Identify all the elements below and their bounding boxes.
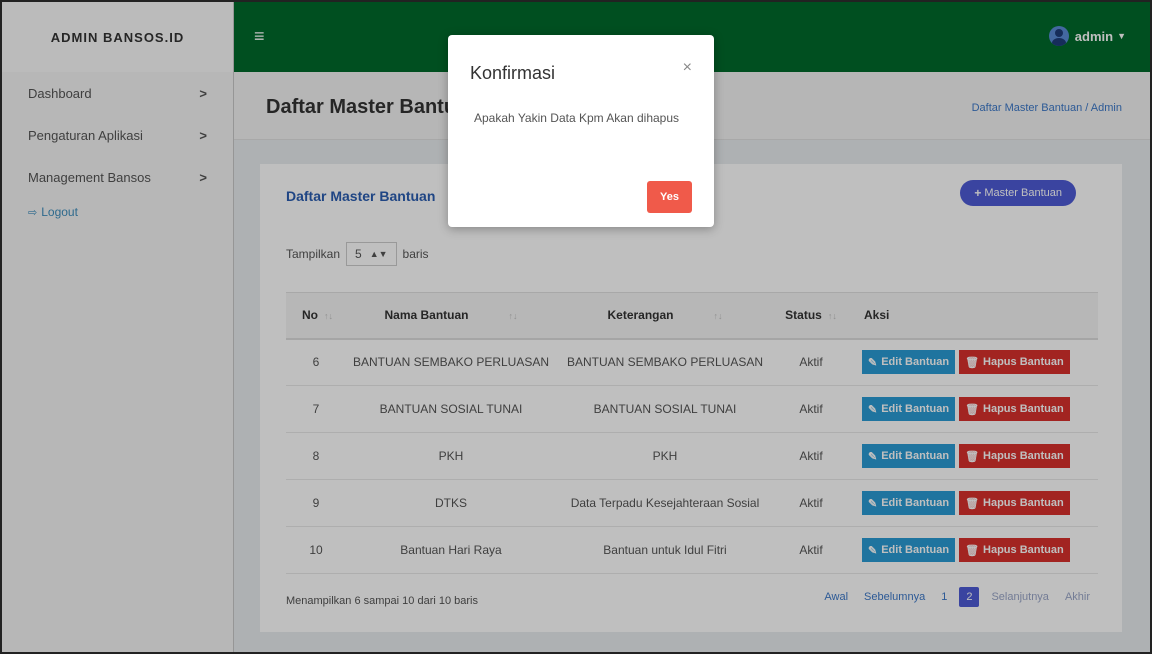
close-icon[interactable]: × [683,59,692,77]
app-window: ADMIN BANSOS.ID Dashboard > Pengaturan A… [0,0,1152,654]
yes-button[interactable]: Yes [647,181,692,213]
confirm-modal: Konfirmasi × Apakah Yakin Data Kpm Akan … [448,35,714,227]
modal-message: Apakah Yakin Data Kpm Akan dihapus [474,111,680,125]
modal-title: Konfirmasi [470,63,556,83]
